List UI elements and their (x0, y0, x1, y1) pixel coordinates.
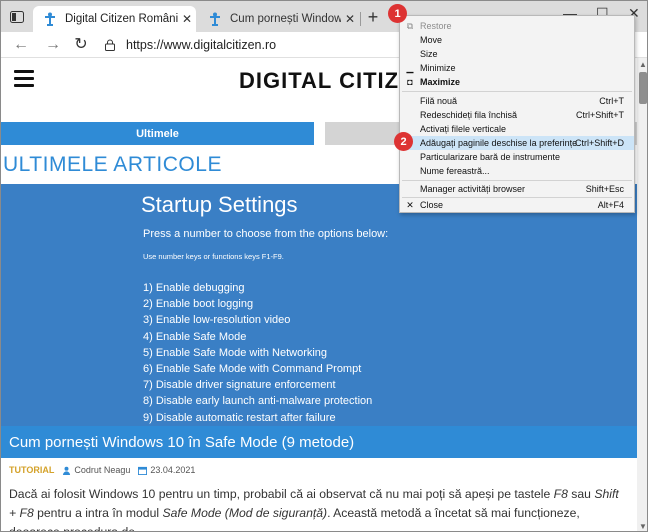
hero-hint: Use number keys or functions keys F1-F9. (143, 252, 284, 261)
tab-actions-icon[interactable] (7, 8, 27, 26)
article-author[interactable]: Codrut Neagu (74, 465, 130, 475)
article-date: 23.04.2021 (150, 465, 196, 475)
menu-separator (402, 91, 632, 92)
menu-item-restore[interactable]: ⧉ Restore (400, 19, 634, 33)
menu-item-maximize[interactable]: ◘ Maximize (400, 75, 634, 89)
section-title: ULTIMELE ARTICOLE (3, 153, 222, 176)
annotation-badge-1: 1 (388, 4, 407, 23)
annotation-badge-2: 2 (394, 132, 413, 151)
restore-icon: ⧉ (406, 20, 414, 31)
scroll-thumb[interactable] (639, 72, 647, 104)
hero-option: 5) Enable Safe Mode with Networking (143, 346, 328, 359)
menu-item-size[interactable]: Size (400, 47, 634, 61)
menu-item-new-tab[interactable]: Filă nouă Ctrl+T (400, 94, 634, 108)
hero-option: 9) Disable automatic restart after failu… (143, 411, 336, 424)
tab-separator (360, 12, 361, 26)
calendar-icon (138, 466, 148, 475)
new-tab-button[interactable]: + (363, 8, 383, 28)
tab-title: Cum pornești Windows 10 în Sa (230, 13, 341, 25)
tab-title: Digital Citizen România Viața Int (65, 13, 178, 25)
menu-item-vertical-tabs[interactable]: Activați filele verticale (400, 122, 634, 136)
menu-item-move[interactable]: Move (400, 33, 634, 47)
hero-title: Startup Settings (141, 192, 298, 217)
digitalcitizen-favicon-icon (210, 12, 220, 26)
tab-digital-citizen[interactable]: Digital Citizen România Viața Int ✕ (33, 6, 196, 32)
menu-separator (402, 180, 632, 181)
article-title-link[interactable]: Cum pornești Windows 10 în Safe Mode (9 … (1, 426, 637, 458)
reload-button[interactable]: ↻ (71, 35, 91, 55)
scroll-down-icon[interactable]: ▼ (637, 522, 647, 531)
digitalcitizen-favicon-icon (45, 12, 55, 26)
browser-window: Digital Citizen România Viața Int ✕ Cum … (0, 0, 648, 532)
hero-option: 1) Enable debugging (143, 282, 245, 294)
article-category[interactable]: TUTORIAL (9, 465, 54, 475)
site-logo[interactable]: DIGITAL CITIZE (239, 68, 415, 94)
tab-ultimele[interactable]: Ultimele (1, 122, 314, 145)
tab-close-icon[interactable]: ✕ (341, 12, 359, 26)
minimize-icon: ▁ (406, 62, 414, 73)
menu-item-reopen-closed-tab[interactable]: Redeschideți fila închisă Ctrl+Shift+T (400, 108, 634, 122)
menu-item-close[interactable]: ✕ Close Alt+F4 (400, 198, 634, 212)
article-excerpt: Dacă ai folosit Windows 10 pentru un tim… (9, 487, 619, 532)
hamburger-menu-icon[interactable] (14, 70, 34, 88)
vertical-scrollbar[interactable]: ▲ ▼ (637, 58, 647, 531)
hero-options: 1) Enable debugging 2) Enable boot loggi… (143, 280, 372, 426)
tab-close-icon[interactable]: ✕ (178, 12, 196, 26)
article-meta: TUTORIAL Codrut Neagu 23.04.2021 (9, 465, 195, 475)
menu-item-window-name[interactable]: Nume fereastră... (400, 164, 634, 178)
maximize-icon: ◘ (407, 77, 413, 87)
user-icon (63, 466, 71, 475)
back-button[interactable]: ← (11, 35, 31, 55)
menu-item-minimize[interactable]: ▁ Minimize (400, 61, 634, 75)
menu-item-task-manager[interactable]: Manager activități browser Shift+Esc (400, 182, 634, 196)
scroll-up-icon[interactable]: ▲ (637, 60, 647, 69)
url-text: https://www.digitalcitizen.ro (126, 38, 277, 52)
hero-option: 2) Enable boot logging (143, 298, 254, 311)
menu-item-add-pages-to-favorites[interactable]: Adăugați paginile deschise la preferințe… (400, 136, 634, 150)
menu-item-customize-toolbar[interactable]: Particularizare bară de instrumente (400, 150, 634, 164)
forward-button[interactable]: → (43, 35, 63, 55)
close-icon: ✕ (406, 199, 414, 210)
hero-option: 3) Enable low-resolution video (143, 314, 291, 327)
article-hero-image[interactable]: Startup Settings Press a number to choos… (1, 184, 637, 426)
hero-option: 8) Disable early launch anti-malware pro… (143, 395, 373, 408)
address-bar[interactable]: https://www.digitalcitizen.ro (104, 35, 276, 55)
hero-prompt: Press a number to choose from the option… (143, 228, 389, 240)
hero-option: 4) Enable Safe Mode (143, 330, 247, 343)
hero-option: 7) Disable driver signature enforcement (143, 379, 336, 392)
lock-icon (105, 39, 115, 51)
tab-safe-mode[interactable]: Cum pornești Windows 10 în Sa ✕ (198, 6, 359, 32)
hero-option: 6) Enable Safe Mode with Command Prompt (143, 363, 362, 376)
window-context-menu: ⧉ Restore Move Size ▁ Minimize ◘ Maximiz… (399, 15, 635, 213)
